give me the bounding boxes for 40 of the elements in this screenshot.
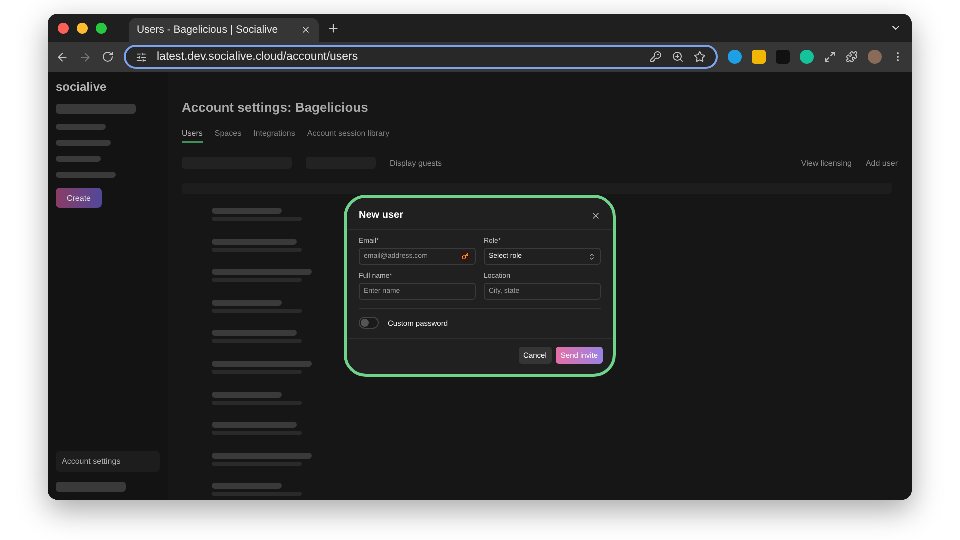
view-licensing-link[interactable]: View licensing: [801, 158, 852, 168]
close-window-icon[interactable]: [58, 22, 69, 34]
forward-icon[interactable]: [79, 50, 92, 64]
zoom-icon[interactable]: [672, 51, 684, 63]
user-name-bar: [212, 392, 282, 398]
new-tab-icon[interactable]: [327, 22, 340, 34]
extension-icon[interactable]: [728, 50, 742, 64]
user-name-bar: [212, 483, 282, 490]
minimize-window-icon[interactable]: [77, 22, 88, 34]
page-heading: Account settings: Bagelicious: [182, 100, 370, 115]
tab[interactable]: Users: [182, 129, 203, 143]
user-name-bar: [212, 208, 282, 214]
display-guests-label: Display guests: [390, 158, 442, 168]
expand-icon[interactable]: [824, 51, 836, 63]
browser-tab[interactable]: Users - Bagelicious | Socialive: [129, 18, 319, 42]
add-user-button[interactable]: Add user: [866, 158, 898, 168]
close-icon[interactable]: [591, 210, 601, 220]
site-settings-icon[interactable]: [136, 52, 147, 62]
maximize-window-icon[interactable]: [96, 22, 107, 34]
address-bar[interactable]: latest.dev.socialive.cloud/account/users: [124, 45, 718, 69]
key-icon[interactable]: [650, 51, 662, 63]
close-icon[interactable]: [301, 25, 311, 35]
extension-icon[interactable]: [800, 50, 814, 64]
create-button[interactable]: Create: [56, 188, 102, 208]
chevrons-icon: [588, 252, 596, 260]
extension-icon[interactable]: [752, 50, 766, 64]
tab[interactable]: Spaces: [214, 129, 242, 143]
logo: socialive: [56, 80, 108, 94]
key-icon[interactable]: [460, 251, 471, 262]
toggle-switch[interactable]: [359, 317, 379, 329]
back-icon[interactable]: [56, 50, 69, 64]
user-name-bar: [212, 300, 282, 306]
dialog-title: New user: [359, 210, 404, 221]
tab[interactable]: Integrations: [254, 129, 296, 143]
reload-icon[interactable]: [102, 51, 114, 63]
bookmark-star-icon[interactable]: [694, 51, 706, 63]
sidebar-item[interactable]: Account settings: [56, 451, 160, 472]
extensions-icon[interactable]: [846, 51, 858, 63]
tab[interactable]: Account session library: [307, 129, 390, 143]
profile-avatar[interactable]: [868, 50, 882, 64]
